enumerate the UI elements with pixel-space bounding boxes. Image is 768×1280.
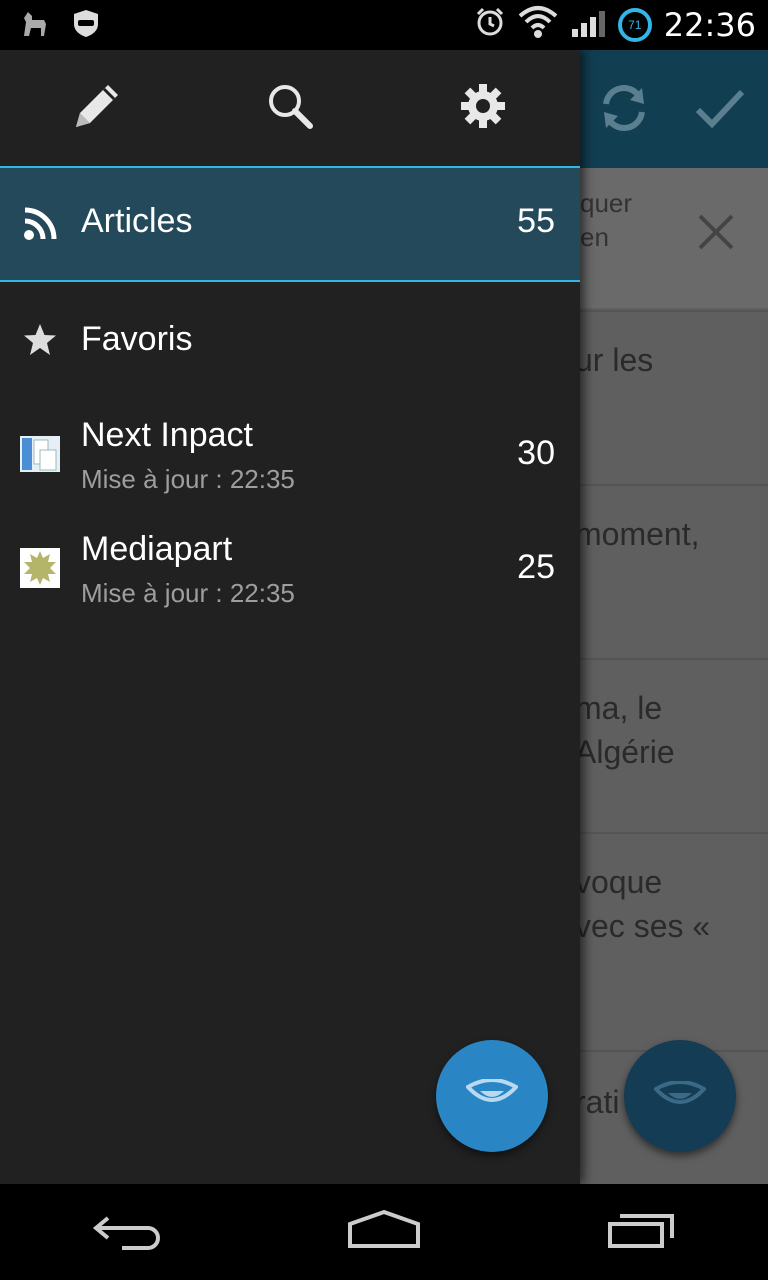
drawer-item-favoris[interactable]: Favoris bbox=[0, 282, 580, 398]
compose-button[interactable] bbox=[0, 50, 193, 166]
home-button[interactable] bbox=[346, 1209, 422, 1255]
background-row-text: ma, le bbox=[575, 690, 663, 726]
background-row-text: vec ses « bbox=[575, 908, 711, 944]
signal-icon bbox=[570, 7, 606, 42]
close-icon bbox=[696, 212, 736, 257]
back-button[interactable] bbox=[92, 1210, 162, 1255]
last-update-text: Mise à jour : 22:35 bbox=[81, 464, 295, 494]
pencil-icon bbox=[70, 79, 124, 138]
banner-text-2: en bbox=[580, 222, 609, 252]
drawer-header bbox=[0, 50, 580, 166]
drawer-item-label: Next Inpact bbox=[81, 416, 253, 454]
settings-button[interactable] bbox=[387, 50, 580, 166]
background-row-text: ur les bbox=[575, 342, 654, 378]
clock: 22:36 bbox=[663, 5, 756, 44]
refresh-icon bbox=[596, 80, 652, 136]
background-row-text: rati bbox=[575, 1084, 620, 1120]
unread-count: 25 bbox=[517, 548, 555, 586]
gear-icon bbox=[460, 83, 506, 134]
eye-icon bbox=[464, 1077, 520, 1114]
rss-icon bbox=[20, 204, 60, 244]
system-navigation-bar bbox=[0, 1184, 768, 1280]
background-row-text: voque bbox=[575, 864, 663, 900]
mediapart-favicon bbox=[20, 548, 60, 588]
background-row-text: Algérie bbox=[575, 734, 675, 770]
search-icon bbox=[266, 82, 314, 135]
recents-button[interactable] bbox=[606, 1210, 676, 1255]
background-mark-read-fab bbox=[624, 1040, 736, 1152]
drawer-item-label: Favoris bbox=[81, 320, 193, 358]
nextinpact-favicon bbox=[20, 434, 60, 474]
drawer-item-mediapart[interactable]: Mediapart Mise à jour : 22:35 25 bbox=[0, 514, 580, 626]
mark-read-fab[interactable] bbox=[436, 1040, 548, 1152]
status-bar: 71 22:36 bbox=[0, 0, 768, 50]
banner-text-1: quer bbox=[580, 188, 633, 218]
drawer-item-next-inpact[interactable]: Next Inpact Mise à jour : 22:35 30 bbox=[0, 400, 580, 512]
wifi-icon bbox=[518, 4, 558, 45]
last-update-text: Mise à jour : 22:35 bbox=[81, 578, 295, 608]
alarm-icon bbox=[474, 6, 506, 43]
background-row-text: moment, bbox=[575, 516, 700, 552]
privacy-notification-icon bbox=[72, 8, 100, 43]
search-button[interactable] bbox=[193, 50, 386, 166]
drawer-item-articles[interactable]: Articles 55 bbox=[0, 168, 580, 282]
star-icon bbox=[20, 320, 60, 360]
unread-count: 30 bbox=[517, 434, 555, 472]
drawer-item-label: Mediapart bbox=[81, 530, 233, 568]
check-icon bbox=[692, 80, 748, 136]
navigation-drawer: Articles 55 Favoris Next Inpact Mise à j… bbox=[0, 50, 580, 1184]
drawer-item-label: Articles bbox=[81, 202, 193, 240]
unread-count: 55 bbox=[517, 202, 555, 240]
battery-indicator: 71 bbox=[617, 7, 652, 42]
app-notification-icon bbox=[20, 8, 50, 43]
